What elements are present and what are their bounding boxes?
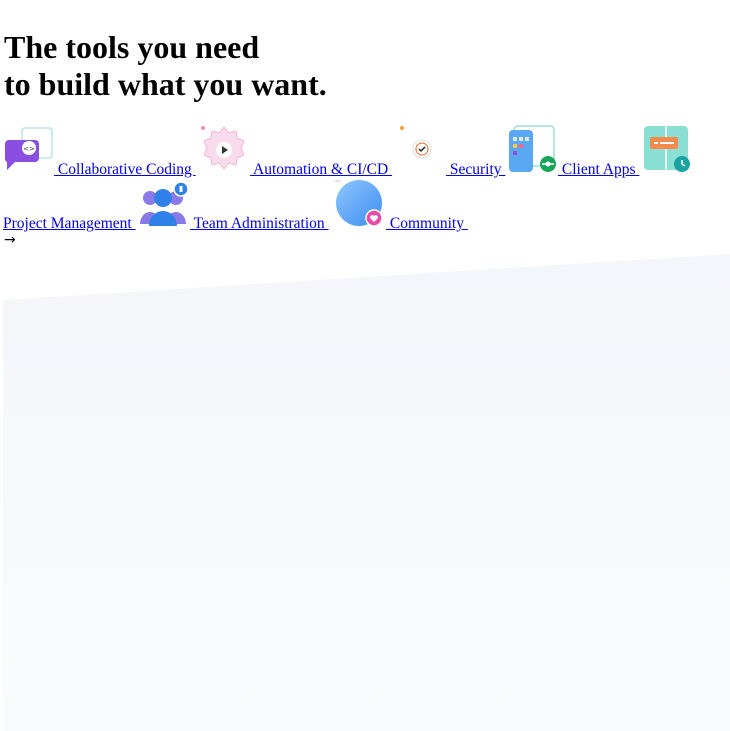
chat-code-icon: <> — [3, 126, 55, 176]
feature-link-client-apps[interactable]: Client Apps — [558, 161, 639, 179]
shield-check-icon — [398, 124, 446, 176]
feature-link-security[interactable]: Security — [446, 161, 505, 179]
team-users-icon — [139, 180, 191, 228]
globe-heart-icon: °° — [334, 178, 386, 228]
feature-link-community[interactable]: Community — [386, 215, 468, 233]
gear-play-icon — [198, 124, 250, 176]
feature-link-collaborative-coding[interactable]: Collaborative Coding — [54, 161, 196, 179]
feature-link-team-administration[interactable]: Team Administration — [190, 215, 329, 233]
page-headline: The tools you need to build what you wan… — [4, 29, 327, 103]
svg-text:°°: °° — [335, 180, 341, 186]
arrow-right-icon[interactable]: → — [4, 232, 16, 248]
feature-link-automation-ci-cd[interactable]: Automation & CI/CD — [250, 161, 392, 179]
svg-text:<>: <> — [23, 145, 35, 153]
phone-apps-icon — [508, 124, 560, 176]
headline-line-1: The tools you need — [4, 29, 260, 65]
feature-link-project-management[interactable]: Project Management — [3, 215, 136, 233]
board-clock-icon — [642, 124, 692, 174]
background-panel — [3, 254, 730, 731]
headline-line-2: to build what you want. — [4, 66, 327, 102]
